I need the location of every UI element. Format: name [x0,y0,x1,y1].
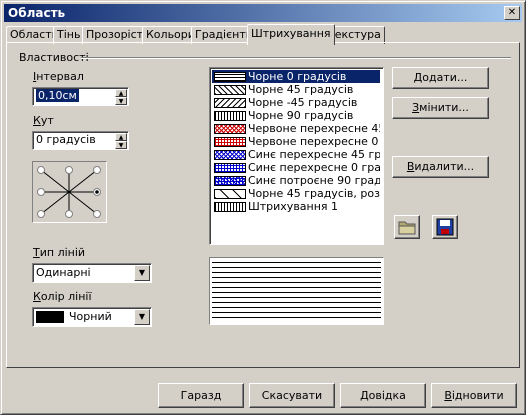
tab-hatching[interactable]: Штрихування [247,24,335,45]
area-dialog: Область ✕ Область Тінь Прозорість Кольор… [0,0,526,415]
hatching-panel [6,42,520,368]
tab-label: Штрихування [251,27,331,40]
ok-button[interactable]: Гаразд [158,383,244,408]
reset-button[interactable]: Відновити [431,383,517,408]
tab-label: Прозорість [86,28,150,41]
tab-label: Область [10,28,59,41]
cancel-button[interactable]: Скасувати [249,383,335,408]
tab-label: Текстура [328,28,381,41]
close-button[interactable]: ✕ [504,6,520,20]
tab-label: Кольори [146,28,195,41]
tab-label: Тінь [57,28,81,41]
window-title: Область [8,6,66,20]
title-bar: Область ✕ [4,4,522,22]
close-icon: ✕ [507,7,517,18]
help-button[interactable]: Довідка [340,383,426,408]
tab-label: Градієнти [195,28,253,41]
